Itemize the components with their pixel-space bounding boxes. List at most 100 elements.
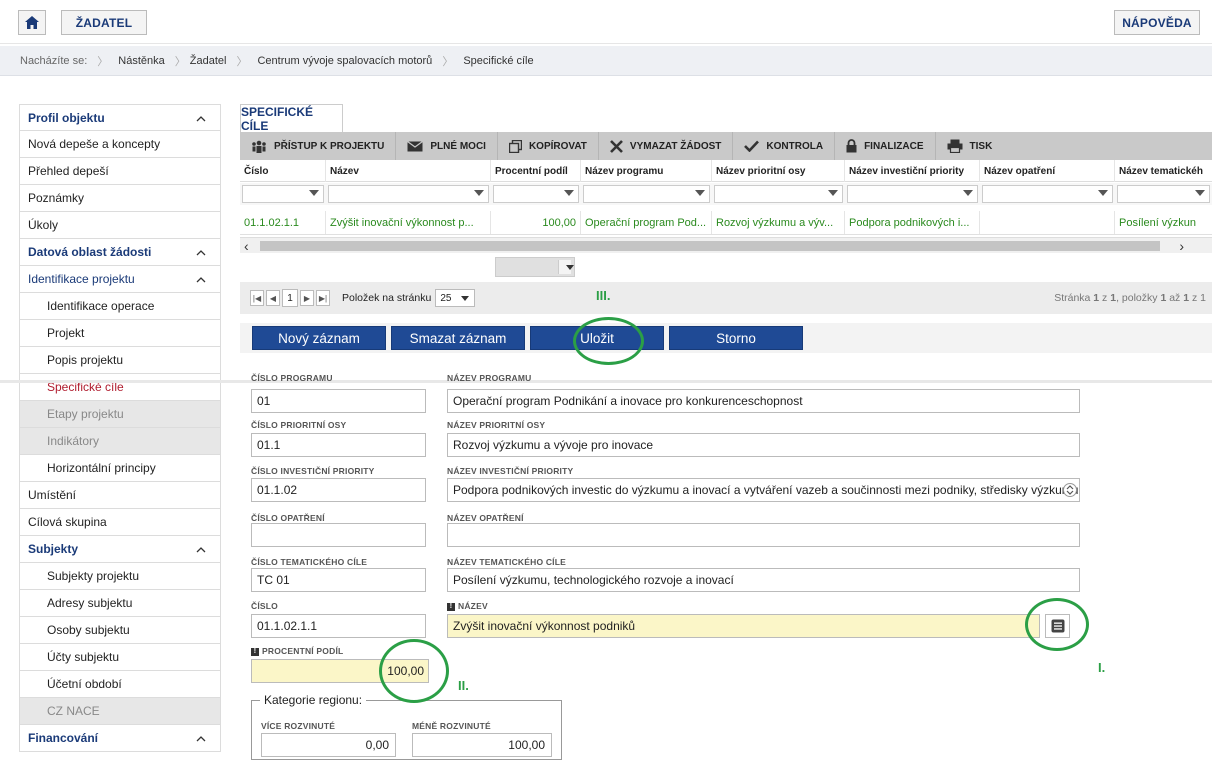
column-filter[interactable] [493,185,579,203]
toolbar-access-button[interactable]: PŘÍSTUP K PROJEKTU [240,132,397,160]
home-button[interactable] [18,10,46,35]
sidebar-section-label: Financování [28,731,99,745]
sidebar-section-financovani[interactable]: Financování [19,725,221,752]
column-header[interactable]: Název programu [581,160,712,182]
sidebar-section-datova[interactable]: Datová oblast žádosti [19,239,221,266]
table-row[interactable]: 01.1.02.1.1 Zvýšit inovační výkonnost p.… [240,211,1212,235]
sidebar-subitem[interactable]: Subjekty projektu [19,563,221,590]
delete-record-button[interactable]: Smazat záznam [391,326,525,350]
measure-number-field[interactable] [251,523,426,547]
thematic-goal-name-field[interactable]: Posílení výzkumu, technologického rozvoj… [447,568,1080,592]
sidebar-subitem[interactable]: Horizontální principy [19,455,221,482]
page-number-input[interactable]: 1 [282,289,298,307]
column-filter[interactable] [242,185,324,203]
priority-name-field[interactable]: Podpora podnikových investic do výzkumu … [447,478,1080,502]
close-icon [610,139,623,153]
toolbar-power-of-attorney-button[interactable]: PLNÉ MOCI [396,132,498,160]
column-header[interactable]: Název tematickéh [1115,160,1212,182]
sidebar-section-profil[interactable]: Profil objektu [19,104,221,131]
sidebar-subitem[interactable]: Účetní období [19,671,221,698]
toolbar-print-button[interactable]: TISK [936,132,1004,160]
toolbar-delete-button[interactable]: VYMAZAT ŽÁDOST [599,132,734,160]
column-header[interactable]: Název prioritní osy [712,160,845,182]
annotation-label: I. [1098,660,1106,675]
breadcrumb-item: Specifické cíle [463,54,534,67]
sidebar-subitem[interactable]: Účty subjektu [19,644,221,671]
next-page-icon[interactable]: ▶ [300,290,314,306]
sidebar-item[interactable]: Umístění [19,482,221,509]
breadcrumb-item[interactable]: Nástěnka [108,55,174,67]
column-header[interactable]: Název opatření [980,160,1115,182]
column-header[interactable]: Název [326,160,491,182]
sidebar-item-identifikace[interactable]: Identifikace projektu [19,266,221,293]
first-page-icon[interactable]: |◀ [250,290,264,306]
grid-filter-row [240,183,1212,205]
toolbar-label: PLNÉ MOCI [430,140,486,152]
toolbar-check-button[interactable]: KONTROLA [733,132,836,160]
thematic-goal-number-field[interactable]: TC 01 [251,568,426,592]
axis-name-field[interactable]: Rozvoj výzkumu a vývoje pro inovace [447,433,1080,457]
zadatel-button[interactable]: ŽADATEL [61,10,147,35]
column-header[interactable]: Procentní podíl [491,160,581,182]
column-filter[interactable] [982,185,1113,203]
scroll-right-icon[interactable]: › [1179,238,1184,254]
column-filter[interactable] [583,185,710,203]
toolbar-label: KONTROLA [766,140,824,152]
name-field[interactable]: Zvýšit inovační výkonnost podniků [447,614,1040,638]
column-filter[interactable] [847,185,978,203]
sidebar-item[interactable]: Poznámky [19,185,221,212]
annotation-circle [379,639,449,703]
chevron-down-icon [566,265,574,270]
sidebar-subitem[interactable]: Osoby subjektu [19,617,221,644]
toolbar-copy-button[interactable]: KOPÍROVAT [498,132,599,160]
axis-number-field[interactable]: 01.1 [251,433,426,457]
program-name-field[interactable]: Operační program Podnikání a inovace pro… [447,389,1080,413]
tab-specificke-cile[interactable]: SPECIFICKÉ CÍLE [240,104,343,133]
number-field[interactable]: 01.1.02.1.1 [251,614,426,638]
sidebar-section-label: Profil objektu [28,110,105,125]
sidebar-subitem[interactable]: Identifikace operace [19,293,221,320]
toolbar-finalize-button[interactable]: FINALIZACE [835,132,936,160]
sidebar-item[interactable]: Nová depeše a koncepty [19,131,221,158]
column-filter[interactable] [714,185,843,203]
column-filter[interactable] [1117,185,1210,203]
sidebar-item[interactable]: Přehled depeší [19,158,221,185]
per-page-select[interactable]: 25 [435,289,476,307]
field-label: ČÍSLO PROGRAMU [251,373,333,383]
more-developed-field[interactable]: 0,00 [261,733,396,757]
scroll-left-icon[interactable]: ‹ [244,238,249,254]
sidebar-item[interactable]: Úkoly [19,212,221,239]
breadcrumb-separator: 〉 [236,55,248,68]
sidebar-subitem-active[interactable]: Specifické cíle [19,374,221,401]
breadcrumb-item[interactable]: Žadatel [186,55,237,67]
last-page-icon[interactable]: ▶| [316,290,330,306]
printer-icon [947,139,963,153]
field-label: ČÍSLO OPATŘENÍ [251,513,325,523]
column-header[interactable]: Číslo [240,160,326,182]
scrollbar-thumb[interactable] [260,241,1160,251]
sidebar-item[interactable]: Cílová skupina [19,509,221,536]
cancel-button[interactable]: Storno [669,326,803,350]
required-icon: ! [251,647,259,656]
sidebar-subitem-disabled: Etapy projektu [19,401,221,428]
column-chooser-dropdown[interactable] [495,257,575,277]
chevron-up-icon [196,116,206,122]
priority-number-field[interactable]: 01.1.02 [251,478,426,502]
prev-page-icon[interactable]: ◀ [266,290,280,306]
sidebar-section-subjekty[interactable]: Subjekty [19,536,221,563]
less-developed-field[interactable]: 100,00 [412,733,552,757]
new-record-button[interactable]: Nový záznam [252,326,386,350]
sidebar-item-label: Identifikace projektu [28,272,135,286]
column-filter[interactable] [328,185,489,203]
field-label-text: NÁZEV [458,601,488,611]
sidebar-subitem[interactable]: Adresy subjektu [19,590,221,617]
sidebar-subitem[interactable]: Popis projektu [19,347,221,374]
spinner-icon[interactable] [1063,482,1077,498]
sidebar-subitem[interactable]: Projekt [19,320,221,347]
measure-name-field[interactable] [447,523,1080,547]
breadcrumb-item[interactable]: Centrum vývoje spalovacích motorů [247,55,442,67]
horizontal-scrollbar[interactable]: ‹ › [240,237,1212,254]
program-number-field[interactable]: 01 [251,389,426,413]
help-button[interactable]: NÁPOVĚDA [1114,10,1200,35]
column-header[interactable]: Název investiční priority [845,160,980,182]
